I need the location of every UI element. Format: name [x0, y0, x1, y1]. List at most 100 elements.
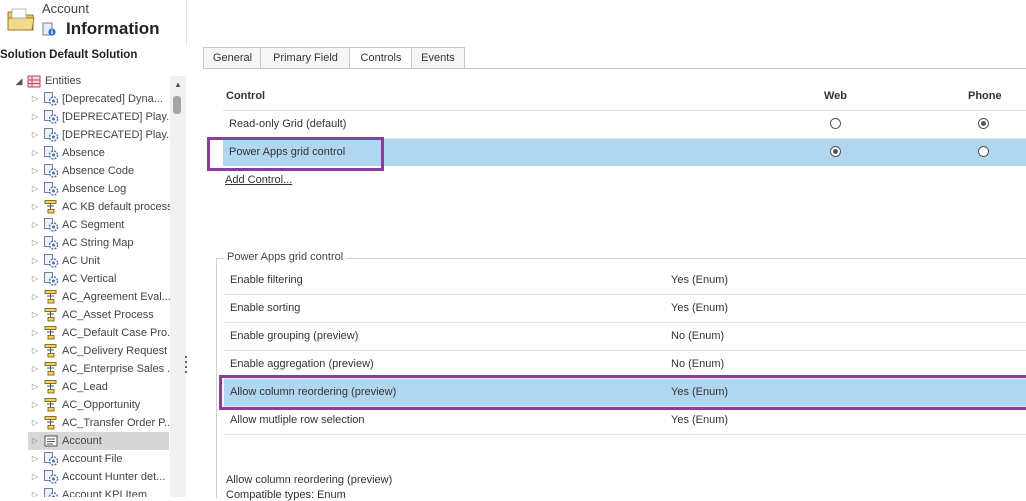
process-icon [44, 380, 57, 394]
entity-gear-icon [44, 218, 59, 232]
property-description-types: Compatible types: Enum [226, 489, 346, 501]
expand-arrow-icon[interactable]: ▷ [30, 378, 40, 396]
process-icon [44, 398, 57, 412]
collapse-arrow-icon[interactable]: ◢ [14, 72, 24, 90]
tree-item[interactable]: ▷ [Deprecated] Dyna... [0, 90, 170, 108]
web-radio-power-apps-grid[interactable] [830, 146, 841, 157]
tree-item[interactable]: ▷ AC_Asset Process [0, 306, 170, 324]
web-radio-readonly-grid[interactable] [830, 118, 841, 129]
tree-item[interactable]: ▷ AC KB default process [0, 198, 170, 216]
solution-title: Solution Default Solution [0, 49, 138, 61]
entity-gear-icon [44, 488, 59, 497]
tree-item[interactable]: ▷ Absence Code [0, 162, 170, 180]
process-icon [44, 416, 57, 430]
expand-arrow-icon[interactable]: ▷ [30, 234, 40, 252]
expand-arrow-icon[interactable]: ▷ [30, 288, 40, 306]
tree-item[interactable]: ▷ [DEPRECATED] Play... [0, 126, 170, 144]
expand-arrow-icon[interactable]: ▷ [30, 198, 40, 216]
tab-primary-field[interactable]: Primary Field [260, 47, 351, 68]
property-row-allow-multiple-row-selection[interactable]: Allow mutliple row selection Yes (Enum) [224, 407, 1026, 435]
tree-item[interactable]: ▷ AC Vertical [0, 270, 170, 288]
property-row-enable-filtering[interactable]: Enable filtering Yes (Enum) [224, 267, 1026, 295]
entity-gear-icon [44, 146, 59, 160]
tree-scrollbar[interactable] [170, 76, 186, 497]
tree-item-label: AC_Lead [62, 381, 108, 393]
tab-controls[interactable]: Controls [349, 47, 413, 69]
process-icon [44, 344, 57, 358]
tab-general[interactable]: General [203, 47, 262, 68]
tree-item-label: [DEPRECATED] Play... [62, 111, 170, 123]
tree-root-label: Entities [45, 75, 82, 87]
expand-arrow-icon[interactable]: ▷ [30, 144, 40, 162]
expand-arrow-icon[interactable]: ▷ [30, 432, 40, 450]
property-value: No (Enum) [671, 358, 725, 370]
process-icon [44, 326, 57, 340]
property-value: No (Enum) [671, 330, 725, 342]
tab-events[interactable]: Events [411, 47, 465, 68]
property-row-enable-grouping[interactable]: Enable grouping (preview) No (Enum) [224, 323, 1026, 351]
property-description-title: Allow column reordering (preview) [226, 474, 393, 486]
expand-arrow-icon[interactable]: ▷ [30, 450, 40, 468]
phone-radio-readonly-grid[interactable] [978, 118, 989, 129]
scrollbar-thumb[interactable] [173, 96, 181, 114]
control-row-readonly-grid[interactable]: Read-only Grid (default) [223, 110, 1026, 138]
tree-item-label: AC KB default process [62, 201, 170, 213]
expand-arrow-icon[interactable]: ▷ [30, 414, 40, 432]
expand-arrow-icon[interactable]: ▷ [30, 306, 40, 324]
expand-arrow-icon[interactable]: ▷ [30, 108, 40, 126]
column-header-control: Control [226, 90, 266, 102]
expand-arrow-icon[interactable]: ▷ [30, 342, 40, 360]
tree-item-label: Account Hunter det... [62, 471, 166, 483]
tree-item[interactable]: ▷ Account [28, 432, 169, 450]
expand-arrow-icon[interactable]: ▷ [30, 360, 40, 378]
expand-arrow-icon[interactable]: ▷ [30, 90, 40, 108]
tree-item[interactable]: ▷ AC_Opportunity [0, 396, 170, 414]
tree-item[interactable]: ▷ [DEPRECATED] Play... [0, 108, 170, 126]
process-icon [44, 200, 57, 214]
tree-item[interactable]: ▷ Absence Log [0, 180, 170, 198]
tree-item-label: Absence Log [62, 183, 127, 195]
phone-radio-power-apps-grid[interactable] [978, 146, 989, 157]
pane-splitter[interactable] [185, 356, 188, 378]
expand-arrow-icon[interactable]: ▷ [30, 396, 40, 414]
expand-arrow-icon[interactable]: ▷ [30, 486, 40, 497]
tree-item-label: AC_Asset Process [62, 309, 154, 321]
property-value: Yes (Enum) [671, 274, 729, 286]
property-name: Enable filtering [230, 274, 303, 286]
process-icon [44, 362, 57, 376]
account-icon [44, 435, 58, 447]
property-value: Yes (Enum) [671, 414, 729, 426]
expand-arrow-icon[interactable]: ▷ [30, 252, 40, 270]
tree-item-label: AC_Enterprise Sales ... [62, 363, 170, 375]
entity-gear-icon [44, 254, 59, 268]
expand-arrow-icon[interactable]: ▷ [30, 162, 40, 180]
tree-item[interactable]: ▷ AC_Delivery Request [0, 342, 170, 360]
tree-item[interactable]: ▷ AC String Map [0, 234, 170, 252]
header: Account Information [0, 0, 186, 46]
tree-item[interactable]: ▷ Account KPI Item [0, 486, 170, 497]
add-control-link[interactable]: Add Control... [225, 174, 292, 186]
highlight-box-property [219, 375, 1026, 410]
expand-arrow-icon[interactable]: ▷ [30, 126, 40, 144]
tree-item[interactable]: ▷ AC_Agreement Eval... [0, 288, 170, 306]
tree-item[interactable]: ▷ AC_Transfer Order P... [0, 414, 170, 432]
property-row-enable-sorting[interactable]: Enable sorting Yes (Enum) [224, 295, 1026, 323]
tree-item[interactable]: ▷ AC_Lead [0, 378, 170, 396]
tree-item[interactable]: ▷ Account File [0, 450, 170, 468]
scroll-up-icon[interactable]: ▲ [170, 78, 186, 92]
tree-item[interactable]: ▷ AC_Enterprise Sales ... [0, 360, 170, 378]
expand-arrow-icon[interactable]: ▷ [30, 216, 40, 234]
tree-item-label: Account [62, 435, 102, 447]
tree-item[interactable]: ▷ AC Segment [0, 216, 170, 234]
tree-item[interactable]: ▷ Account Hunter det... [0, 468, 170, 486]
tree-item[interactable]: ▷ AC_Default Case Pro... [0, 324, 170, 342]
expand-arrow-icon[interactable]: ▷ [30, 270, 40, 288]
tree-item[interactable]: ▷ AC Unit [0, 252, 170, 270]
tree-item-label: AC Segment [62, 219, 125, 231]
tree-root-entities[interactable]: ◢ Entities [0, 72, 170, 90]
expand-arrow-icon[interactable]: ▷ [30, 180, 40, 198]
expand-arrow-icon[interactable]: ▷ [30, 324, 40, 342]
expand-arrow-icon[interactable]: ▷ [30, 468, 40, 486]
tree-item[interactable]: ▷ Absence [0, 144, 170, 162]
property-name: Allow mutliple row selection [230, 414, 365, 426]
